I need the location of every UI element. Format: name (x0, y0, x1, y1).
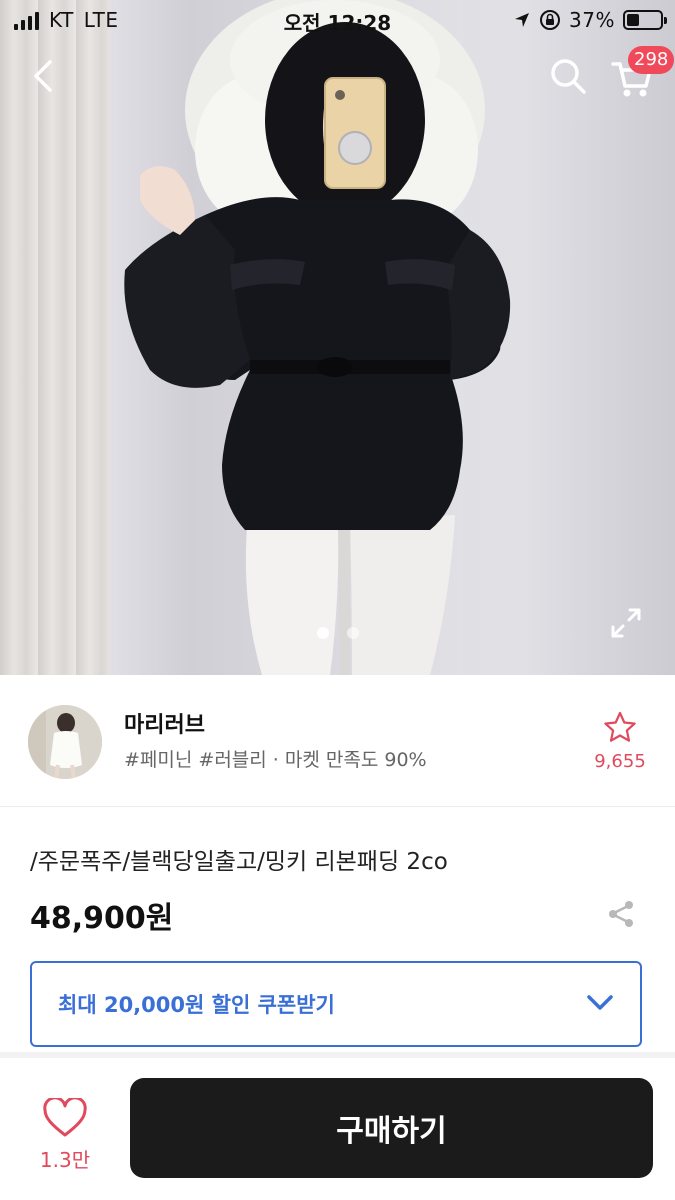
expand-icon[interactable] (610, 607, 642, 639)
battery-icon (623, 10, 667, 30)
coupon-label: 최대 20,000원 할인 쿠폰받기 (58, 993, 335, 1017)
bottom-action-bar: 1.3만 구매하기 (0, 1058, 675, 1200)
gallery-dot-2[interactable] (346, 627, 359, 639)
seller-name[interactable]: 마리러브 (124, 707, 205, 739)
chevron-down-icon (587, 995, 613, 1010)
like-count: 1.3만 (39, 1148, 91, 1172)
coupon-button[interactable]: 최대 20,000원 할인 쿠폰받기 (30, 961, 642, 1047)
seller-avatar[interactable] (28, 705, 102, 779)
model-photo (124, 0, 511, 675)
battery-fill (627, 14, 639, 26)
star-icon (604, 711, 636, 742)
seller-row[interactable]: 마리러브 #페미닌 #러블리 · 마켓 만족도 90% 9,655 (0, 675, 675, 807)
like-button[interactable]: 1.3만 (30, 1096, 100, 1173)
rotation-lock-icon (540, 10, 561, 30)
buy-button[interactable]: 구매하기 (130, 1078, 653, 1178)
share-icon[interactable] (606, 899, 636, 929)
gallery-dot-1[interactable] (316, 627, 329, 639)
product-price: 48,900원 (30, 901, 174, 936)
chevron-left-icon[interactable] (24, 56, 64, 96)
heart-icon (43, 1096, 87, 1137)
favorite-count: 9,655 (594, 751, 646, 772)
search-icon[interactable] (548, 56, 588, 96)
favorite-shop-button[interactable]: 9,655 (592, 711, 648, 772)
status-bar: KT LTE 오전 12:28 37% (0, 0, 675, 40)
product-image[interactable] (0, 0, 675, 675)
cart-count-badge: 298 (628, 46, 675, 74)
product-title: /주문폭주/블랙당일출고/밍키 리본패딩 2co (30, 849, 448, 875)
seller-tags: #페미닌 #러블리 · 마켓 만족도 90% (124, 749, 427, 771)
location-icon (515, 13, 530, 27)
battery-percent: 37% (569, 8, 615, 32)
gallery-indicator (0, 627, 675, 639)
